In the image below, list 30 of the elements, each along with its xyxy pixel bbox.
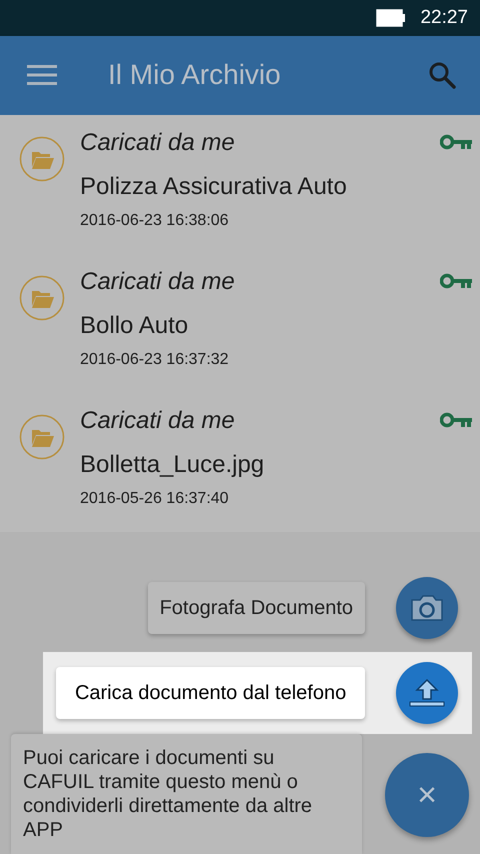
menu-icon[interactable] xyxy=(27,64,57,86)
file-name: Bolletta_Luce.jpg xyxy=(80,450,266,480)
action-label[interactable]: Fotografa Documento xyxy=(148,582,365,634)
battery-icon xyxy=(376,8,406,27)
folder-name: Caricati da me xyxy=(80,267,236,297)
folder-icon xyxy=(19,136,65,182)
hint-text: Puoi caricare i documenti su CAFUIL tramite questo menù o condividerli direttamente da altre APP xyxy=(11,734,362,854)
file-date: 2016-05-26 16:37:40 xyxy=(80,489,230,509)
camera-button[interactable] xyxy=(396,577,458,639)
upload-icon xyxy=(408,678,446,708)
folder-icon xyxy=(19,275,65,321)
file-date: 2016-06-23 16:37:32 xyxy=(80,350,230,370)
folder-icon xyxy=(19,414,65,460)
status-time: 22:27 xyxy=(420,6,468,29)
key-icon xyxy=(440,412,472,428)
app-title: Il Mio Archivio xyxy=(108,59,282,92)
folder-name: Caricati da me xyxy=(80,406,236,436)
file-date: 2016-06-23 16:38:06 xyxy=(80,211,230,231)
file-item[interactable]: Caricati da me Bollo Auto 2016-06-23 16:37:32 xyxy=(0,254,480,393)
search-icon[interactable] xyxy=(428,61,456,90)
file-name: Polizza Assicurativa Auto xyxy=(80,172,348,202)
key-icon xyxy=(440,273,472,289)
camera-icon xyxy=(410,594,444,622)
upload-button[interactable] xyxy=(396,662,458,724)
key-icon xyxy=(440,134,472,150)
folder-name: Caricati da me xyxy=(80,128,236,158)
action-label[interactable]: Carica documento dal telefono xyxy=(56,667,366,719)
file-name: Bollo Auto xyxy=(80,311,190,341)
file-item[interactable]: Caricati da me Polizza Assicurativa Auto 2016-06-23 16:38:06 xyxy=(0,115,480,254)
file-item[interactable]: Caricati da me Bolletta_Luce.jpg 2016-05-26 16:37:40 xyxy=(0,393,480,532)
